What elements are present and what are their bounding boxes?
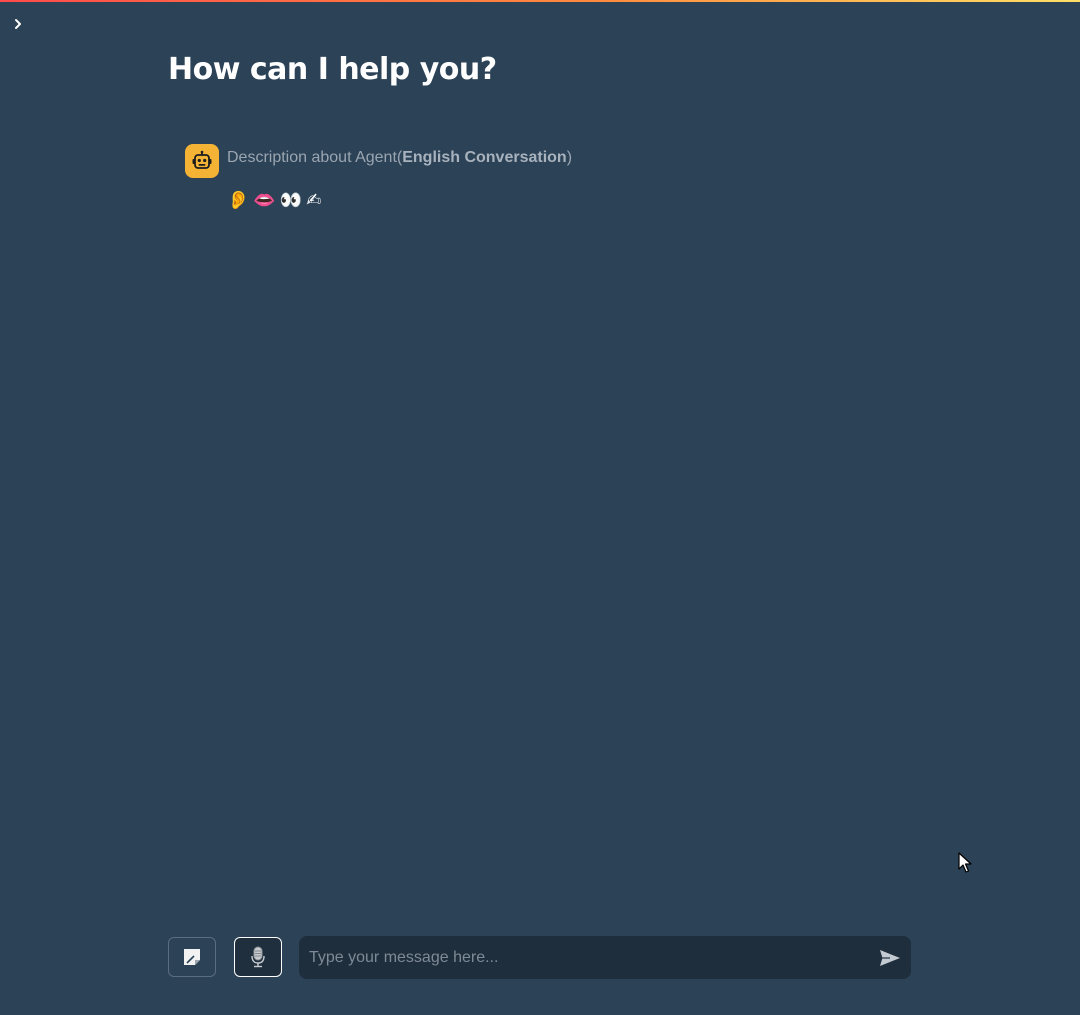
writing-hand-emoji: ✍ (306, 190, 322, 211)
mouth-emoji: 👄 (253, 190, 276, 211)
robot-icon (192, 150, 212, 169)
message-heading-suffix: ) (566, 149, 573, 166)
note-icon (184, 949, 200, 965)
top-decoration-bar (0, 0, 1080, 2)
message-heading: Description about Agent(English Conversa… (227, 149, 572, 167)
eyes-emoji: 👀 (279, 190, 303, 211)
microphone-button[interactable] (234, 937, 282, 977)
microphone-icon (251, 946, 265, 968)
chat-input[interactable] (299, 936, 859, 979)
ear-emoji: 👂 (227, 190, 250, 211)
send-icon (880, 950, 900, 966)
chat-input-bar (168, 936, 912, 980)
message-heading-prefix: Description about Agent( (227, 149, 403, 166)
assistant-avatar (185, 144, 219, 178)
message-body: 👂 👄 👀 ✍ (227, 190, 325, 211)
sidebar-toggle-button[interactable] (8, 14, 28, 34)
chat-input-container (299, 936, 911, 979)
chevron-right-icon (15, 19, 21, 29)
note-button[interactable] (168, 937, 216, 977)
send-button[interactable] (877, 945, 903, 971)
mouse-cursor-icon (958, 852, 972, 873)
agent-name: English Conversation (402, 149, 567, 166)
page-title: How can I help you? (168, 52, 497, 87)
